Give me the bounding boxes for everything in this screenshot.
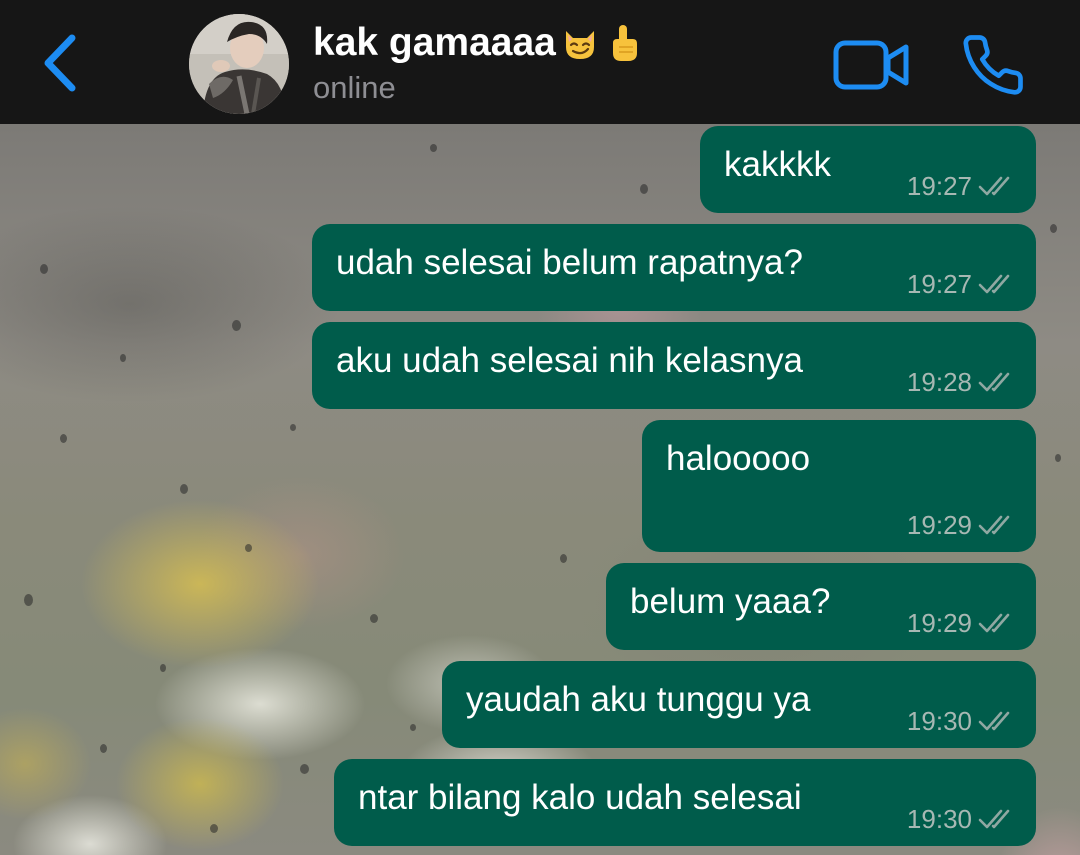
message-meta: 19:29 <box>907 510 1022 540</box>
raindrop <box>290 424 296 431</box>
message-bubble[interactable]: halooooo 19:29 <box>642 420 1036 552</box>
double-check-icon <box>978 274 1010 294</box>
message-meta: 19:28 <box>907 367 1022 397</box>
index-pointing-up-emoji-icon <box>612 25 637 61</box>
message-time: 19:27 <box>906 171 972 201</box>
raindrop <box>300 764 309 774</box>
video-camera-icon <box>833 40 909 90</box>
double-check-icon <box>978 613 1010 633</box>
message-bubble[interactable]: udah selesai belum rapatnya? 19:27 <box>312 224 1036 311</box>
message-text: udah selesai belum rapatnya? <box>336 243 803 282</box>
contact-name-text: kak gamaaaa <box>313 21 556 64</box>
raindrop <box>430 144 437 152</box>
message-text: halooooo <box>666 439 811 478</box>
double-check-icon <box>978 711 1010 731</box>
raindrop <box>1050 224 1057 233</box>
message-text: aku udah selesai nih kelasnya <box>336 341 803 380</box>
raindrop <box>24 594 33 606</box>
message-time: 19:28 <box>906 367 972 397</box>
phone-icon <box>963 35 1023 95</box>
raindrop <box>60 434 67 443</box>
raindrop <box>210 824 218 833</box>
message-bubble[interactable]: belum yaaa? 19:29 <box>606 563 1036 650</box>
raindrop <box>245 544 252 552</box>
message-text: yaudah aku tunggu ya <box>466 680 811 719</box>
double-check-icon <box>978 809 1010 829</box>
message-time: 19:29 <box>906 608 972 638</box>
raindrop <box>370 614 378 623</box>
message-text: ntar bilang kalo udah selesai <box>358 778 802 817</box>
raindrop <box>100 744 107 753</box>
double-check-icon <box>978 176 1010 196</box>
message-time: 19:30 <box>906 804 972 834</box>
raindrop <box>410 724 416 731</box>
raindrop <box>640 184 648 194</box>
raindrop <box>120 354 126 362</box>
message-text: kakkkk <box>724 145 831 184</box>
chevron-left-icon <box>44 34 76 92</box>
message-bubble[interactable]: yaudah aku tunggu ya 19:30 <box>442 661 1036 748</box>
contact-avatar[interactable] <box>189 14 289 114</box>
message-bubble[interactable]: aku udah selesai nih kelasnya 19:28 <box>312 322 1036 409</box>
message-bubble[interactable]: ntar bilang kalo udah selesai 19:30 <box>334 759 1036 846</box>
contact-photo <box>189 14 289 114</box>
chat-header: kak gamaaaa online <box>0 0 1080 124</box>
raindrop <box>180 484 188 494</box>
raindrop <box>40 264 48 274</box>
message-time: 19:29 <box>906 510 972 540</box>
double-check-icon <box>978 515 1010 535</box>
message-meta: 19:27 <box>907 269 1022 299</box>
raindrop <box>560 554 567 563</box>
message-time: 19:27 <box>906 269 972 299</box>
contact-name[interactable]: kak gamaaaa <box>313 17 644 69</box>
smirking-cat-emoji-icon <box>565 31 594 59</box>
back-button[interactable] <box>36 30 88 96</box>
message-text: belum yaaa? <box>630 582 831 621</box>
message-meta: 19:27 <box>907 171 1022 201</box>
raindrop <box>1055 454 1061 462</box>
raindrop <box>160 664 166 672</box>
message-time: 19:30 <box>906 706 972 736</box>
contact-status: online <box>313 70 396 105</box>
double-check-icon <box>978 372 1010 392</box>
message-meta: 19:30 <box>907 804 1022 834</box>
chat-screen: kak gamaaaa online kakkkk 19:27 udah sel… <box>0 0 1080 855</box>
voice-call-button[interactable] <box>958 32 1028 98</box>
message-meta: 19:29 <box>907 608 1022 638</box>
raindrop <box>232 320 241 331</box>
message-bubble[interactable]: kakkkk 19:27 <box>700 126 1036 213</box>
video-call-button[interactable] <box>832 38 912 92</box>
message-meta: 19:30 <box>907 706 1022 736</box>
